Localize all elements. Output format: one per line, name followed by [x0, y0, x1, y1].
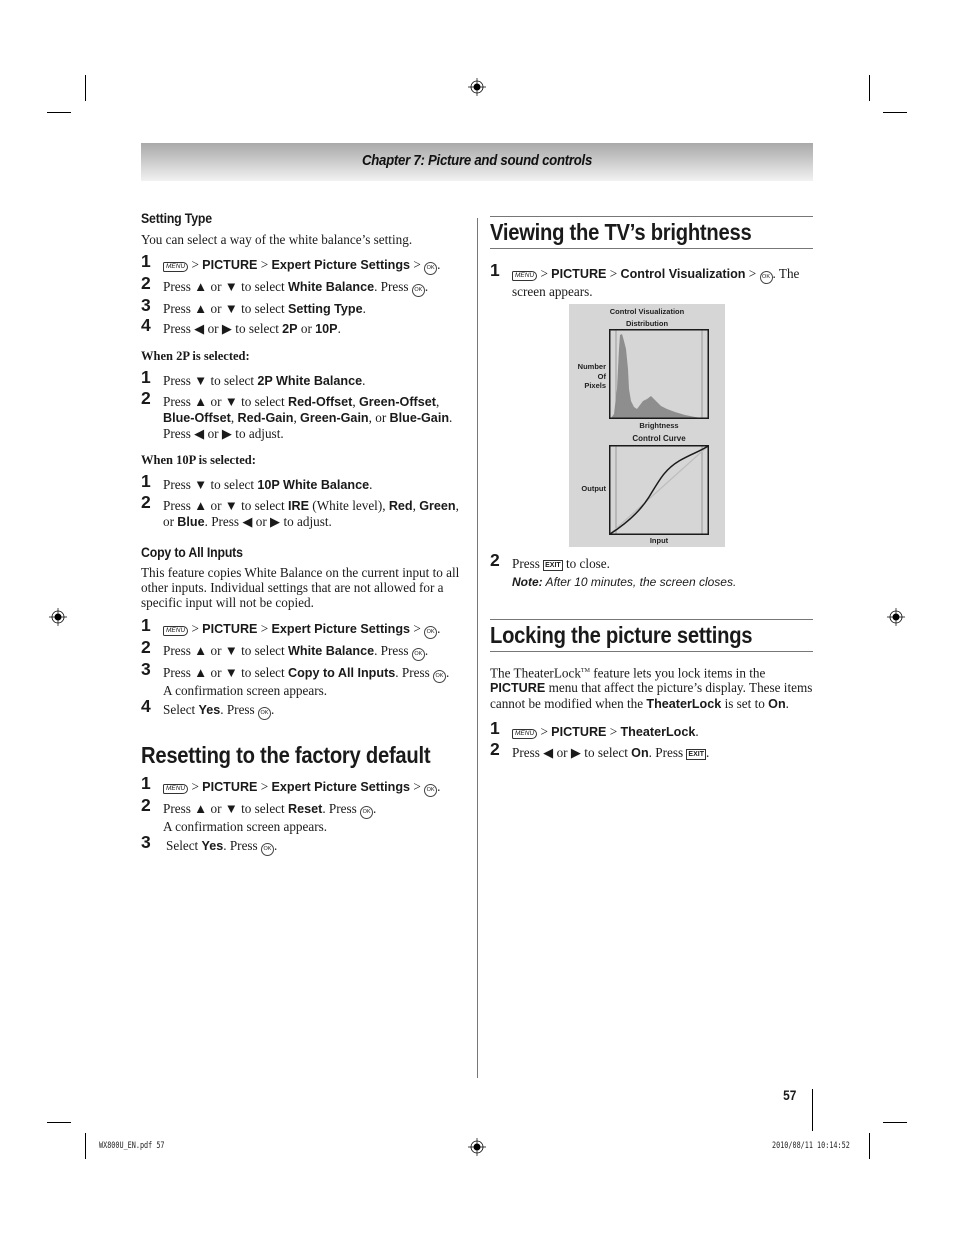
crop-mark — [85, 1133, 86, 1159]
curve-x-label: Input — [649, 536, 669, 545]
control-visualization-figure: Control Visualization Distribution Numbe… — [569, 304, 725, 547]
left-column: Setting Type You can select a way of the… — [141, 210, 471, 856]
exit-button-icon: EXIT — [543, 560, 563, 571]
step: 4 Select Yes. Press OK. — [141, 697, 471, 720]
exit-button-icon: EXIT — [686, 749, 706, 761]
crop-mark — [85, 75, 86, 101]
step: 4 Press ◀ or ▶ to select 2P or 10P. — [141, 315, 341, 336]
page-number-rule — [812, 1089, 813, 1131]
curve-y-label: Output — [581, 484, 606, 493]
step: 3 Press ▲ or ▼ to select Copy to All Inp… — [141, 659, 450, 698]
crop-mark — [869, 75, 870, 101]
registration-mark-icon — [468, 78, 486, 96]
setting-type-heading: Setting Type — [141, 210, 212, 226]
figure-title-line1: Control Visualization — [609, 307, 685, 316]
page-number: 57 — [783, 1087, 797, 1103]
crop-mark — [869, 1133, 870, 1159]
ok-button-icon: OK — [424, 784, 438, 797]
crop-mark — [47, 112, 71, 113]
heading-rule — [490, 248, 813, 249]
crop-mark — [47, 1122, 71, 1123]
y-label-number: Number — [577, 362, 606, 371]
step: 3 Select Yes. Press OK. — [141, 833, 471, 856]
menu-button-icon: MENU — [163, 262, 189, 272]
step: 2 Press ▲ or ▼ to select Red-Offset, Gre… — [141, 388, 453, 441]
menu-button-icon: MENU — [512, 271, 538, 281]
registration-mark-icon — [49, 608, 67, 626]
registration-mark-icon — [468, 1138, 486, 1156]
when-10p-steps: 1 Press ▼ to select 10P White Balance. 2… — [141, 471, 471, 530]
step: 2 Press ▲ or ▼ to select White Balance. … — [141, 274, 471, 297]
step: 2 Press ▲ or ▼ to select White Balance. … — [141, 638, 471, 661]
crop-mark — [883, 1122, 907, 1123]
locking-step-2: 2 Press ◀ or ▶ to select On. Press EXIT. — [490, 739, 710, 761]
step: 3 Press ▲ or ▼ to select Setting Type. — [141, 295, 366, 316]
brightness-step-1: 1 MENU > PICTURE > Control Visualization… — [490, 260, 800, 299]
step: 2 Press ▲ or ▼ to select IRE (White leve… — [141, 492, 459, 529]
ok-button-icon: OK — [424, 262, 438, 275]
locking-intro: The TheaterLockTM feature lets you lock … — [490, 665, 813, 712]
linear-reference-line — [609, 445, 709, 535]
copy-all-steps: 1 MENU > PICTURE > Expert Picture Settin… — [141, 616, 471, 720]
file-slug: WX800U_EN.pdf 57 — [99, 1141, 165, 1151]
ok-button-icon: OK — [411, 284, 425, 297]
step: 1 Press ▼ to select 10P White Balance. — [141, 471, 373, 492]
x-label-brightness: Brightness — [639, 421, 679, 430]
control-curve-chart — [609, 445, 709, 535]
when-10p-label: When 10P is selected: — [141, 453, 256, 467]
menu-button-icon: MENU — [512, 729, 538, 740]
ok-button-icon: OK — [257, 707, 271, 720]
chapter-title: Chapter 7: Picture and sound controls — [361, 152, 593, 169]
heading-rule — [490, 619, 813, 620]
locking-heading: Locking the picture settings — [490, 622, 753, 648]
figure-title-line2: Distribution — [625, 319, 669, 328]
setting-type-steps: 1 MENU > PICTURE > Expert Picture Settin… — [141, 252, 471, 337]
registration-mark-icon — [887, 608, 905, 626]
y-label-of: Of — [597, 372, 606, 381]
ok-button-icon: OK — [360, 806, 374, 819]
step: 1 MENU > PICTURE > Expert Picture Settin… — [141, 774, 471, 797]
right-column-lower: 2 Press EXIT to close. Note: After 10 mi… — [490, 550, 813, 761]
right-column: Viewing the TV’s brightness 1 MENU > PIC… — [490, 210, 813, 299]
ok-button-icon: OK — [433, 670, 447, 683]
ok-button-icon: OK — [759, 271, 773, 284]
reset-heading: Resetting to the factory default — [141, 742, 431, 768]
ok-button-icon: OK — [411, 648, 425, 661]
heading-rule — [490, 651, 813, 652]
brightness-step-2: 2 Press EXIT to close. — [490, 550, 610, 571]
trademark-symbol: TM — [580, 668, 590, 674]
brightness-heading: Viewing the TV’s brightness — [490, 219, 752, 245]
y-label-pixels: Pixels — [584, 381, 606, 390]
ok-button-icon: OK — [260, 843, 274, 856]
chapter-banner: Chapter 7: Picture and sound controls — [141, 143, 813, 181]
copy-all-intro: This feature copies White Balance on the… — [141, 565, 460, 610]
step: 1 MENU > PICTURE > Expert Picture Settin… — [141, 252, 471, 275]
date-slug: 2010/08/11 10:14:52 — [772, 1141, 850, 1151]
ok-button-icon: OK — [424, 626, 438, 639]
step: 1 Press ▼ to select 2P White Balance. — [141, 367, 366, 388]
column-divider — [477, 218, 478, 1078]
setting-type-intro: You can select a way of the white balanc… — [141, 232, 413, 247]
reset-steps: 1 MENU > PICTURE > Expert Picture Settin… — [141, 774, 471, 856]
crop-mark — [883, 112, 907, 113]
distribution-histogram — [609, 329, 709, 419]
menu-button-icon: MENU — [163, 626, 189, 636]
step: 2 Press ▲ or ▼ to select Reset. Press OK… — [141, 795, 377, 834]
heading-rule — [490, 216, 813, 217]
step: 1 MENU > PICTURE > Expert Picture Settin… — [141, 616, 471, 639]
menu-button-icon: MENU — [163, 784, 189, 794]
copy-all-heading: Copy to All Inputs — [141, 544, 243, 560]
brightness-note: Note: After 10 minutes, the screen close… — [512, 575, 737, 589]
when-2p-label: When 2P is selected: — [141, 349, 250, 363]
histogram-area — [611, 334, 702, 418]
when-2p-steps: 1 Press ▼ to select 2P White Balance. 2 … — [141, 367, 471, 441]
locking-step-1: 1 MENU > PICTURE > TheaterLock. — [490, 718, 699, 740]
control-curve-title: Control Curve — [632, 434, 686, 443]
